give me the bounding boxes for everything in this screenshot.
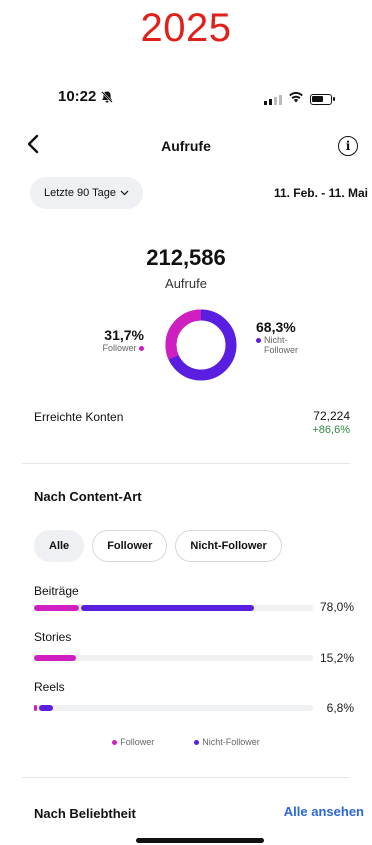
content-type-title: Nach Content-Art — [34, 489, 142, 504]
bar-reels — [34, 705, 313, 711]
home-indicator — [136, 838, 264, 843]
follower-share: 31,7% Follower — [102, 327, 144, 353]
reached-accounts-label: Erreichte Konten — [34, 410, 124, 424]
row-pct-posts: 78,0% — [319, 600, 354, 614]
battery-icon — [310, 93, 335, 105]
content-filter-group: Alle Follower Nicht-Follower — [34, 530, 282, 562]
status-time: 10:22 — [58, 88, 97, 105]
date-range-label: Letzte 90 Tage — [44, 187, 116, 199]
legend-follower-label: Follower — [120, 737, 155, 747]
chart-legend: Follower Nicht-Follower — [0, 737, 372, 747]
row-label-posts: Beiträge — [34, 584, 79, 598]
follower-dot-icon — [139, 346, 144, 352]
nonfollower-dot-icon — [194, 740, 200, 746]
filter-follower[interactable]: Follower — [92, 530, 168, 562]
nonfollower-dot-icon — [256, 338, 261, 343]
row-pct-reels: 6,8% — [326, 701, 354, 715]
page-title: Aufrufe — [161, 138, 211, 154]
status-bar: 10:22 — [0, 88, 372, 108]
bar-nonfollower-segment — [38, 705, 53, 711]
info-icon: i — [345, 139, 351, 153]
legend-nonfollower: Nicht-Follower — [194, 737, 260, 747]
divider — [22, 777, 350, 778]
follower-pct: 31,7% — [104, 327, 144, 343]
total-views-label: Aufrufe — [165, 276, 207, 291]
reached-accounts-value: 72,224 +86,6% — [312, 409, 350, 437]
follower-dot-icon — [112, 740, 118, 746]
views-donut-chart — [165, 309, 237, 381]
nonfollower-pct: 68,3% — [256, 319, 296, 335]
row-pct-stories: 15,2% — [319, 651, 354, 665]
bar-follower-segment — [34, 705, 37, 711]
bar-follower-segment — [34, 655, 76, 661]
row-label-stories: Stories — [34, 630, 72, 644]
row-label-reels: Reels — [34, 680, 65, 694]
popularity-title: Nach Beliebtheit — [34, 806, 136, 821]
date-range-dropdown[interactable]: Letzte 90 Tage — [30, 177, 143, 209]
bar-stories — [34, 655, 313, 661]
legend-nonfollower-label: Nicht-Follower — [202, 737, 260, 747]
bell-muted-icon — [100, 90, 114, 107]
cellular-signal-icon — [264, 93, 282, 105]
bar-posts — [34, 605, 313, 611]
filter-all[interactable]: Alle — [34, 530, 85, 562]
date-range-text: 11. Feb. - 11. Mai — [273, 186, 368, 200]
legend-follower: Follower — [112, 737, 154, 747]
top-navigation: Aufrufe i — [0, 134, 372, 160]
nonfollower-share: 68,3% Nicht-Follower — [256, 319, 304, 355]
follower-label: Follower — [102, 343, 137, 353]
bar-follower-segment — [34, 605, 79, 611]
see-all-link[interactable]: Alle ansehen — [284, 804, 364, 819]
year-overlay: 2025 — [140, 6, 232, 50]
filter-nonfollower[interactable]: Nicht-Follower — [175, 530, 282, 562]
reached-accounts-change: +86,6% — [312, 424, 350, 436]
wifi-icon — [288, 90, 304, 108]
reached-accounts-count: 72,224 — [313, 409, 350, 423]
divider — [22, 463, 350, 464]
nonfollower-label: Nicht-Follower — [264, 335, 299, 355]
chevron-down-icon — [120, 187, 129, 199]
info-button[interactable]: i — [338, 136, 358, 156]
bar-nonfollower-segment — [80, 605, 254, 611]
total-views: 212,586 — [146, 245, 226, 270]
